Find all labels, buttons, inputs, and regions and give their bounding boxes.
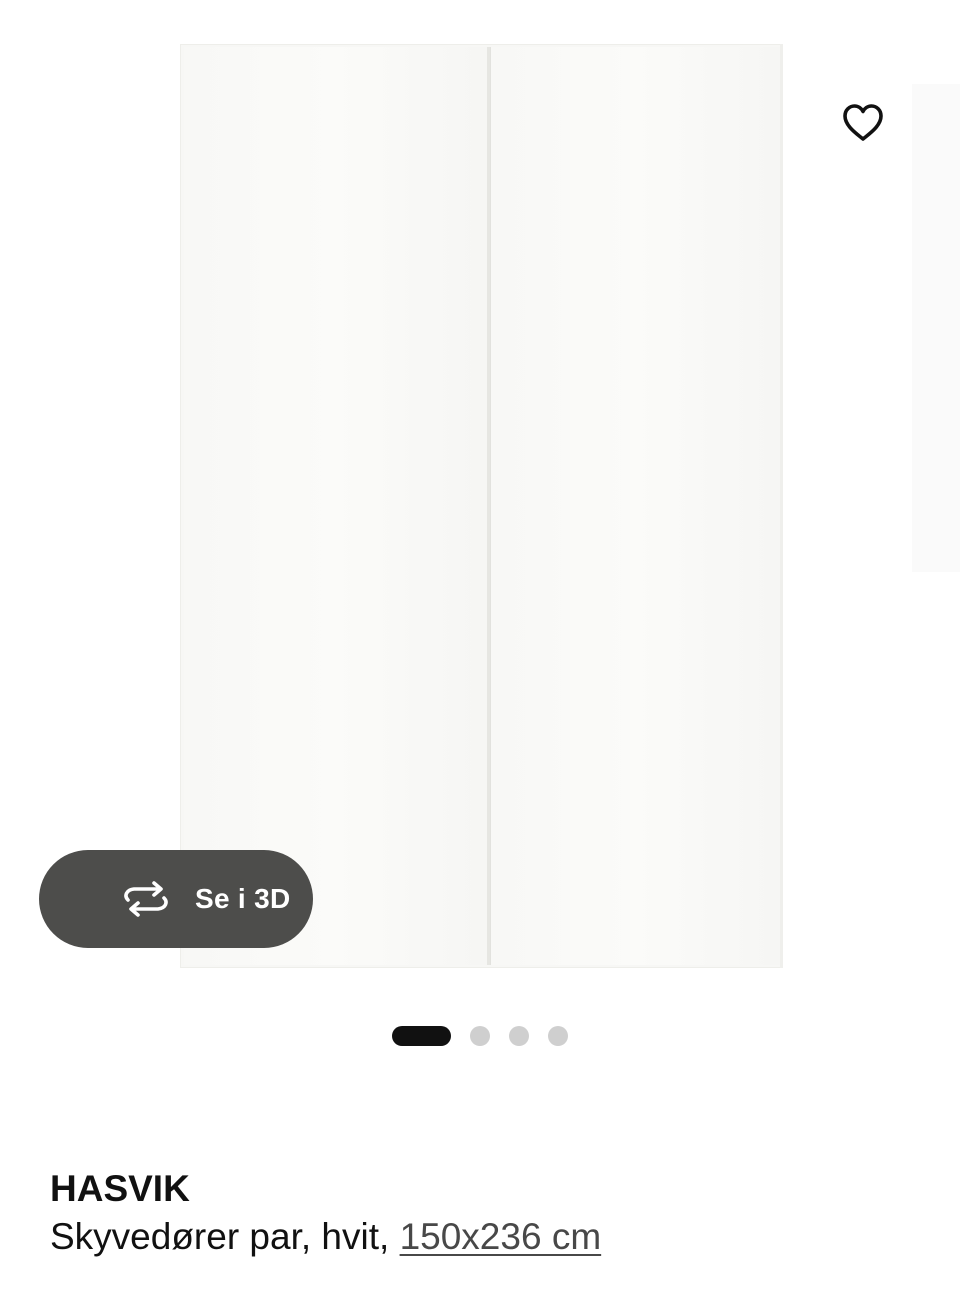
- product-description-text: Skyvedører par, hvit,: [50, 1216, 400, 1257]
- pagination-dot-3[interactable]: [509, 1026, 529, 1046]
- door-frame-edge: [780, 44, 783, 968]
- product-image[interactable]: [180, 44, 783, 968]
- product-name: HASVIK: [50, 1168, 190, 1209]
- heart-outline-icon: [843, 104, 883, 141]
- product-image-gallery[interactable]: Se i 3D: [0, 0, 960, 1000]
- view-in-3d-label: Se i 3D: [195, 883, 291, 914]
- next-image-preview: [912, 84, 960, 572]
- rotate-3d-icon: [124, 881, 168, 917]
- view-in-3d-button[interactable]: Se i 3D: [39, 850, 313, 948]
- product-size-link[interactable]: 150x236 cm: [400, 1216, 602, 1257]
- pagination-dot-2[interactable]: [470, 1026, 490, 1046]
- pagination-dot-1[interactable]: [392, 1026, 451, 1046]
- product-description: Skyvedører par, hvit, 150x236 cm: [50, 1213, 601, 1261]
- add-to-favorites-button[interactable]: [818, 78, 908, 168]
- sliding-door-left: [184, 47, 488, 965]
- sliding-door-right: [490, 47, 780, 965]
- image-pagination: [392, 1025, 568, 1047]
- pagination-dot-4[interactable]: [548, 1026, 568, 1046]
